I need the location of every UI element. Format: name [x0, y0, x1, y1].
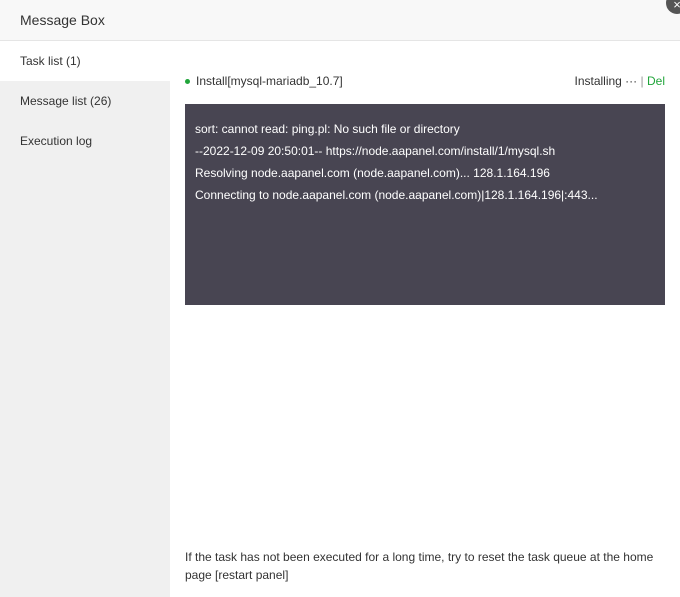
task-name: Install[mysql-mariadb_10.7]	[196, 74, 343, 88]
log-line: Connecting to node.aapanel.com (node.aap…	[195, 188, 598, 202]
separator: |	[640, 74, 644, 88]
help-note: If the task has not been executed for a …	[185, 550, 654, 582]
dialog-title: Message Box	[20, 12, 105, 28]
main-panel: Install[mysql-mariadb_10.7] Installing ·…	[185, 41, 665, 597]
status-dot-icon	[185, 79, 190, 85]
sidebar-item-task-list[interactable]: Task list (1)	[0, 41, 170, 81]
delete-link[interactable]: Del	[647, 74, 665, 88]
dialog-header: Message Box	[0, 0, 680, 41]
sidebar-item-message-list[interactable]: Message list (26)	[0, 81, 170, 121]
log-output: sort: cannot read: ping.pl: No such file…	[185, 104, 665, 305]
task-status: Installing ···	[574, 74, 638, 88]
sidebar: Task list (1) Message list (26) Executio…	[0, 41, 170, 597]
log-line: --2022-12-09 20:50:01-- https://node.aap…	[195, 144, 556, 158]
log-line: Resolving node.aapanel.com (node.aapanel…	[195, 166, 550, 180]
task-row: Install[mysql-mariadb_10.7] Installing ·…	[185, 74, 665, 88]
sidebar-item-execution-log[interactable]: Execution log	[0, 121, 170, 161]
log-line: sort: cannot read: ping.pl: No such file…	[195, 122, 460, 136]
